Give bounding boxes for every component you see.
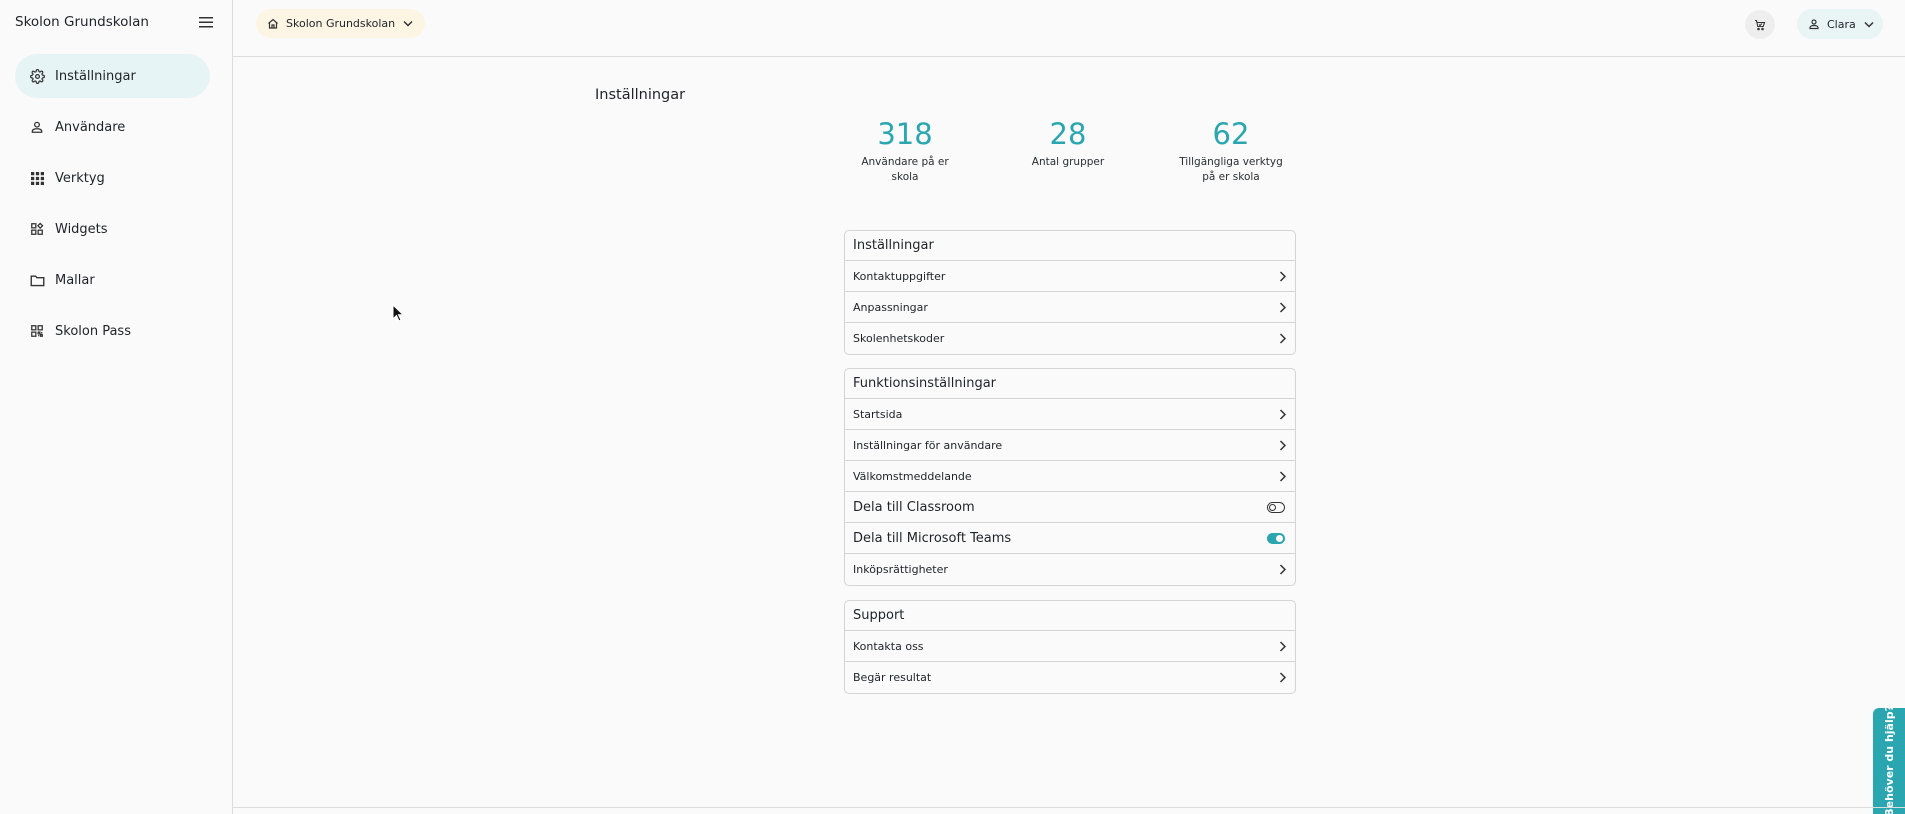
chevron-right-icon	[1279, 470, 1286, 482]
school-name: Skolon Grundskolan	[286, 17, 396, 30]
sidebar-item-label: Användare	[55, 119, 126, 135]
user-name: Clara	[1827, 17, 1856, 31]
home-icon	[267, 18, 279, 30]
sidebar-item-installningar[interactable]: Inställningar	[15, 54, 210, 98]
toggle-knob	[1276, 534, 1283, 542]
chevron-right-icon	[1279, 640, 1286, 652]
card-title: Funktionsinställningar	[845, 369, 1295, 399]
stat-label: Antal grupper	[1008, 155, 1128, 170]
stat-label: Tillgängliga verktyg på er skola	[1171, 155, 1291, 185]
row-label: Välkomstmeddelande	[853, 469, 972, 483]
settings-row-kontaktuppgifter[interactable]: Kontaktuppgifter	[845, 261, 1295, 292]
sidebar-item-mallar[interactable]: Mallar	[15, 258, 210, 302]
stats-row: 318 Användare på er skola 28 Antal grupp…	[845, 117, 1347, 187]
chevron-down-icon	[1864, 21, 1874, 28]
settings-card: Inställningar Kontaktuppgifter Anpassnin…	[844, 230, 1296, 355]
stat-value: 318	[877, 117, 933, 151]
sidebar-item-label: Mallar	[55, 272, 95, 288]
chevron-right-icon	[1279, 270, 1286, 282]
row-label: Startsida	[853, 407, 903, 421]
chevron-right-icon	[1279, 301, 1286, 313]
teams-toggle[interactable]	[1267, 532, 1285, 544]
settings-row-kontakta-oss[interactable]: Kontakta oss	[845, 631, 1295, 662]
stat-label-line: Användare på er	[861, 156, 949, 168]
stat-label-line: på er skola	[1202, 171, 1260, 183]
sidebar-item-label: Skolon Pass	[55, 323, 131, 339]
sidebar: Skolon Grundskolan Inställningar Använda…	[0, 0, 233, 814]
chevron-right-icon	[1279, 439, 1286, 451]
row-label: Kontaktuppgifter	[853, 269, 946, 283]
person-icon	[29, 119, 45, 135]
chevron-right-icon	[1279, 333, 1286, 344]
brand-name: Skolon Grundskolan	[15, 14, 149, 30]
settings-row-share-classroom: Dela till Classroom	[845, 492, 1295, 523]
settings-row-valkomstmeddelande[interactable]: Välkomstmeddelande	[845, 461, 1295, 492]
help-label: Behöver du hjälp?	[1882, 705, 1896, 814]
apps-grid-icon	[29, 170, 45, 186]
settings-row-share-teams: Dela till Microsoft Teams	[845, 523, 1295, 554]
sidebar-header: Skolon Grundskolan	[0, 0, 232, 44]
support-card: Support Kontakta oss Begär resultat	[844, 600, 1296, 694]
sidebar-item-label: Verktyg	[55, 170, 105, 186]
sidebar-item-label: Inställningar	[55, 68, 136, 84]
stat-value: 62	[1212, 117, 1250, 151]
person-icon	[1808, 18, 1820, 30]
cart-button[interactable]	[1745, 10, 1775, 39]
row-label: Anpassningar	[853, 300, 928, 314]
classroom-toggle[interactable]	[1267, 501, 1285, 513]
stat-label-line: skola	[891, 171, 919, 183]
function-settings-card: Funktionsinställningar Startsida Inställ…	[844, 368, 1296, 586]
help-button[interactable]: Behöver du hjälp?	[1873, 705, 1905, 814]
stat-users: 318 Användare på er skola	[845, 117, 965, 185]
row-label: Inställningar för användare	[853, 438, 1003, 452]
toggle-knob	[1269, 503, 1276, 511]
school-selector[interactable]: Skolon Grundskolan	[256, 9, 426, 38]
settings-row-anpassningar[interactable]: Anpassningar	[845, 292, 1295, 323]
sidebar-item-verktyg[interactable]: Verktyg	[15, 156, 210, 200]
hamburger-menu-icon[interactable]	[196, 12, 216, 32]
stat-tools: 62 Tillgängliga verktyg på er skola	[1171, 117, 1291, 185]
settings-row-user-settings[interactable]: Inställningar för användare	[845, 430, 1295, 461]
row-label: Dela till Microsoft Teams	[853, 530, 1012, 546]
stat-groups: 28 Antal grupper	[1008, 117, 1128, 170]
page-title: Inställningar	[595, 87, 686, 103]
user-menu[interactable]: Clara	[1797, 9, 1883, 39]
chevron-down-icon	[403, 20, 413, 27]
qr-code-icon	[29, 323, 45, 339]
mouse-pointer-icon	[392, 303, 405, 326]
row-label: Kontakta oss	[853, 639, 924, 653]
sidebar-item-skolon-pass[interactable]: Skolon Pass	[15, 309, 210, 353]
topbar: Skolon Grundskolan Clara	[233, 0, 1905, 57]
stat-label-line: Antal grupper	[1031, 156, 1105, 168]
chevron-right-icon	[1279, 408, 1286, 420]
chevron-right-icon	[1279, 564, 1286, 575]
card-title: Support	[845, 601, 1295, 631]
footer-divider	[233, 807, 1905, 808]
settings-row-startsida[interactable]: Startsida	[845, 399, 1295, 430]
row-label: Begär resultat	[853, 671, 932, 684]
widgets-icon	[29, 221, 45, 237]
card-title: Inställningar	[845, 231, 1295, 261]
gear-icon	[29, 68, 45, 84]
sidebar-item-label: Widgets	[55, 221, 108, 237]
stat-value: 28	[1049, 117, 1087, 151]
row-label: Dela till Classroom	[853, 499, 975, 515]
settings-row-inkopsrattigheter[interactable]: Inköpsrättigheter	[845, 554, 1295, 585]
row-label: Inköpsrättigheter	[853, 563, 948, 576]
settings-row-begar-resultat[interactable]: Begär resultat	[845, 662, 1295, 693]
row-label: Skolenhetskoder	[853, 332, 945, 345]
sidebar-item-anvandare[interactable]: Användare	[15, 105, 210, 149]
stat-label: Användare på er skola	[845, 155, 965, 185]
folder-icon	[29, 272, 45, 288]
cart-icon	[1754, 19, 1766, 31]
sidebar-item-widgets[interactable]: Widgets	[15, 207, 210, 251]
stat-label-line: Tillgängliga verktyg	[1179, 156, 1283, 168]
settings-row-skolenhetskoder[interactable]: Skolenhetskoder	[845, 323, 1295, 354]
chevron-right-icon	[1279, 672, 1286, 683]
sidebar-nav: Inställningar Användare Verktyg Widgets …	[0, 44, 232, 353]
